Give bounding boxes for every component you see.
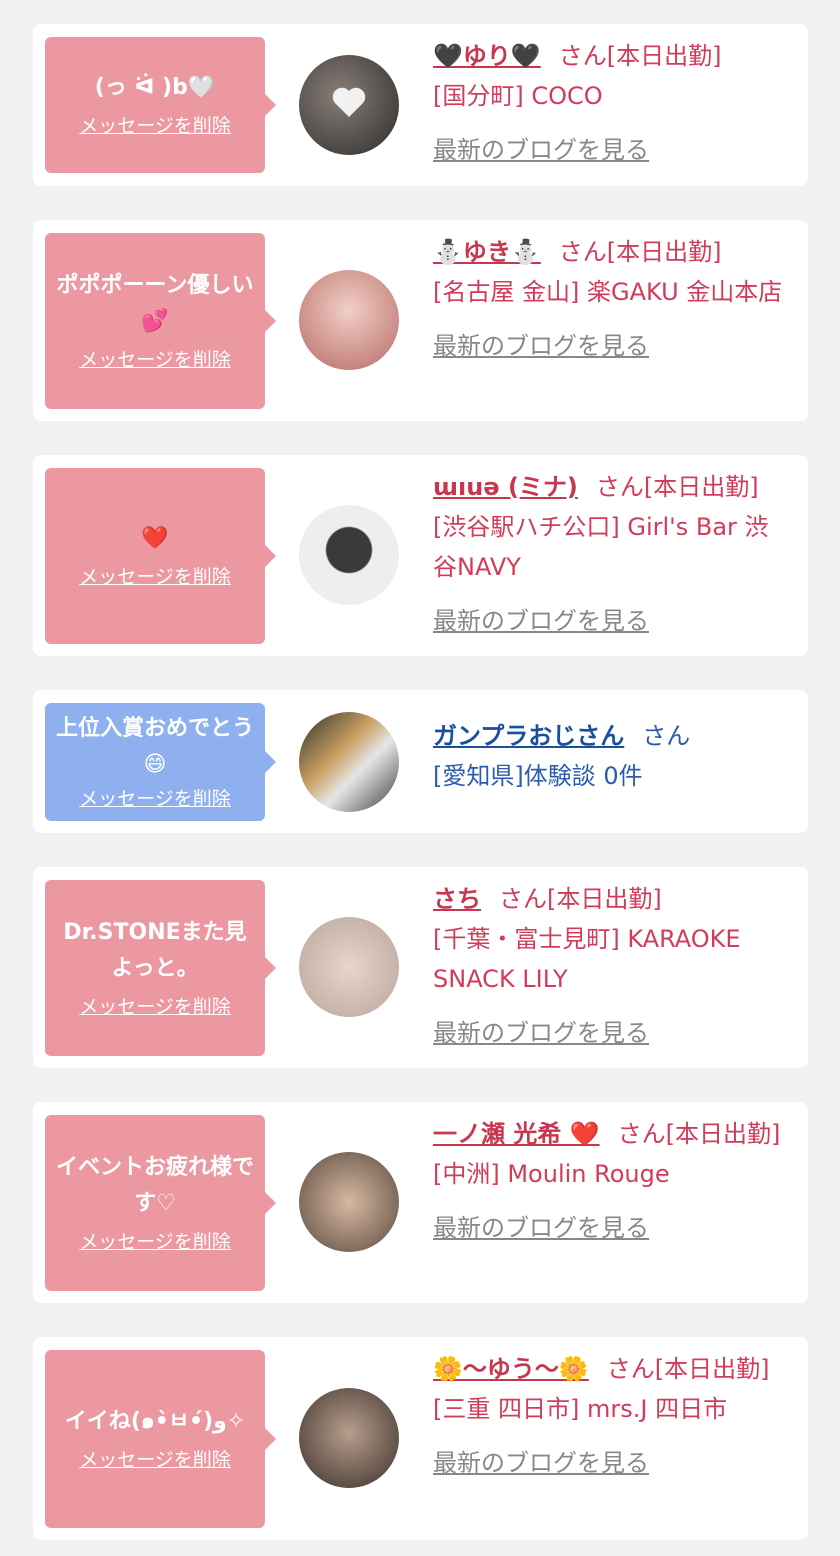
- message-text: 上位入賞おめでとう😄: [55, 716, 254, 777]
- shop-name: [千葉・富士見町] KARAOKE SNACK LILY: [433, 925, 741, 993]
- message-card: (っ ᐛ )b🤍 メッセージを削除 🖤ゆり🖤 さん[本日出勤] [国分町] COC…: [33, 24, 808, 186]
- avatar[interactable]: [299, 55, 399, 155]
- avatar[interactable]: [299, 505, 399, 605]
- shop-name: [国分町] COCO: [433, 82, 603, 110]
- user-name-link[interactable]: 🖤ゆり🖤: [433, 42, 541, 70]
- message-card: Dr.STONEまた見よっと。 メッセージを削除 さち さん[本日出勤] [千葉・…: [33, 867, 808, 1068]
- message-card: イイね(๑•̀ㅂ•́)و✧ メッセージを削除 🌼〜ゆう〜🌼 さん[本日出勤] [三…: [33, 1337, 808, 1540]
- message-bubble: イベントお疲れ様です♡ メッセージを削除: [45, 1115, 276, 1291]
- user-status: さん: [642, 722, 691, 750]
- message-card: ❤️ メッセージを削除 ɯıuǝ (ミナ) さん[本日出勤] [渋谷駅ハチ公口] …: [33, 455, 808, 656]
- message-bubble: Dr.STONEまた見よっと。 メッセージを削除: [45, 880, 276, 1056]
- user-name-link[interactable]: ガンプラおじさん: [433, 722, 624, 750]
- user-name-link[interactable]: ⛄ゆき⛄: [433, 238, 541, 266]
- avatar[interactable]: [299, 270, 399, 370]
- user-name-link[interactable]: さち: [433, 885, 481, 913]
- user-status: さん[本日出勤]: [558, 238, 722, 266]
- message-text: (っ ᐛ )b🤍: [94, 75, 216, 100]
- message-text: イベントお疲れ様です♡: [55, 1155, 254, 1216]
- delete-message-link[interactable]: メッセージを削除: [79, 1228, 231, 1256]
- latest-blog-link[interactable]: 最新のブログを見る: [433, 1443, 788, 1483]
- delete-message-link[interactable]: メッセージを削除: [79, 346, 231, 374]
- message-card: 上位入賞おめでとう😄 メッセージを削除 ガンプラおじさん さん [愛知県]体験談 …: [33, 690, 808, 833]
- heart-icon: [332, 87, 366, 117]
- user-name-link[interactable]: ɯıuǝ (ミナ): [433, 473, 578, 501]
- message-text: ❤️: [141, 526, 169, 551]
- user-status: さん[本日出勤]: [595, 473, 759, 501]
- user-status: さん[本日出勤]: [499, 885, 662, 913]
- delete-message-link[interactable]: メッセージを削除: [79, 112, 231, 140]
- message-bubble: イイね(๑•̀ㅂ•́)و✧ メッセージを削除: [45, 1350, 276, 1528]
- message-list: (っ ᐛ )b🤍 メッセージを削除 🖤ゆり🖤 さん[本日出勤] [国分町] COC…: [0, 0, 840, 1556]
- message-bubble: ポポポーーン優しい💕 メッセージを削除: [45, 233, 276, 409]
- user-status: さん[本日出勤]: [617, 1120, 781, 1148]
- message-bubble: (っ ᐛ )b🤍 メッセージを削除: [45, 37, 276, 173]
- message-text: Dr.STONEまた見よっと。: [63, 920, 247, 981]
- latest-blog-link[interactable]: 最新のブログを見る: [433, 130, 788, 170]
- delete-message-link[interactable]: メッセージを削除: [79, 993, 231, 1021]
- user-name-link[interactable]: 🌼〜ゆう〜🌼: [433, 1355, 589, 1383]
- user-status: さん[本日出勤]: [558, 42, 722, 70]
- shop-name: [名古屋 金山] 楽GAKU 金山本店: [433, 278, 783, 306]
- delete-message-link[interactable]: メッセージを削除: [79, 563, 231, 591]
- message-card: ポポポーーン優しい💕 メッセージを削除 ⛄ゆき⛄ さん[本日出勤] [名古屋 金山…: [33, 220, 808, 421]
- delete-message-link[interactable]: メッセージを削除: [79, 1446, 231, 1474]
- latest-blog-link[interactable]: 最新のブログを見る: [433, 326, 788, 366]
- message-text: ポポポーーン優しい💕: [56, 273, 254, 334]
- avatar[interactable]: [299, 712, 399, 812]
- shop-name: [三重 四日市] mrs.J 四日市: [433, 1395, 728, 1423]
- message-bubble: ❤️ メッセージを削除: [45, 468, 276, 644]
- avatar[interactable]: [299, 1152, 399, 1252]
- message-text: イイね(๑•̀ㅂ•́)و✧: [64, 1409, 246, 1434]
- user-status: さん[本日出勤]: [606, 1355, 770, 1383]
- experience-count: [愛知県]体験談 0件: [433, 762, 643, 790]
- shop-name: [渋谷駅ハチ公口] Girl's Bar 渋谷NAVY: [433, 513, 769, 581]
- message-bubble: 上位入賞おめでとう😄 メッセージを削除: [45, 703, 276, 821]
- delete-message-link[interactable]: メッセージを削除: [79, 785, 231, 813]
- shop-name: [中洲] Moulin Rouge: [433, 1160, 670, 1188]
- latest-blog-link[interactable]: 最新のブログを見る: [433, 1208, 788, 1248]
- latest-blog-link[interactable]: 最新のブログを見る: [433, 601, 788, 641]
- avatar[interactable]: [299, 917, 399, 1017]
- message-card: イベントお疲れ様です♡ メッセージを削除 一ノ瀬 光希 ❤️ さん[本日出勤] […: [33, 1102, 808, 1303]
- user-name-link[interactable]: 一ノ瀬 光希 ❤️: [433, 1120, 600, 1148]
- avatar[interactable]: [299, 1388, 399, 1488]
- latest-blog-link[interactable]: 最新のブログを見る: [433, 1013, 788, 1053]
